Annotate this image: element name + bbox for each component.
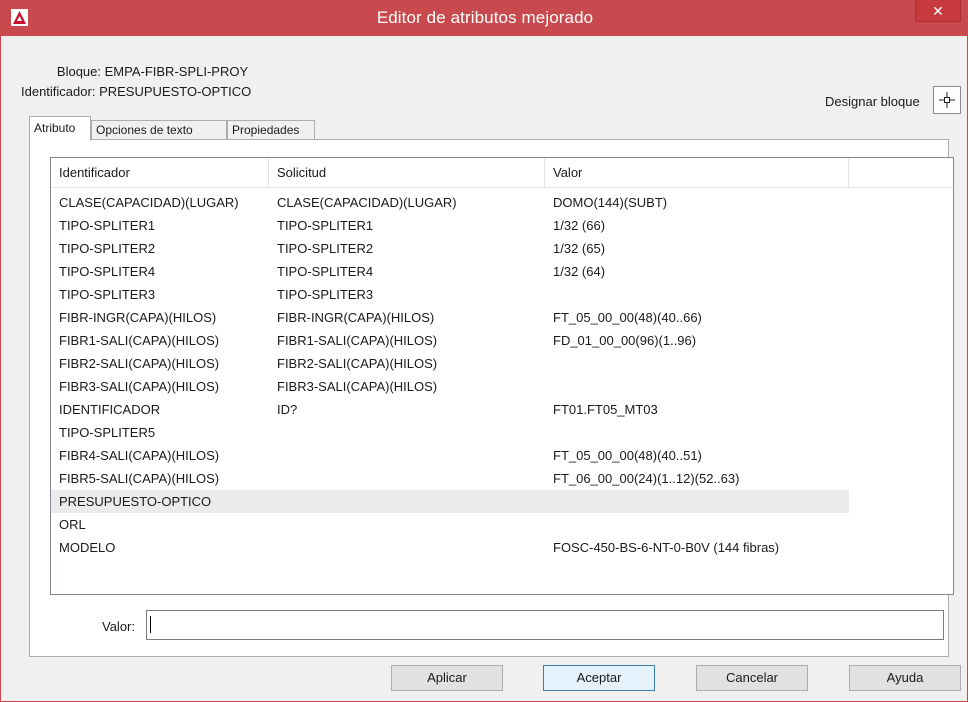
cell-value: 1/32 (65) <box>553 241 606 256</box>
cell-value: DOMO(144)(SUBT) <box>553 195 668 210</box>
cell-tag: TIPO-SPLITER5 <box>59 425 156 440</box>
table-row[interactable]: FIBR-INGR(CAPA)(HILOS) FIBR-INGR(CAPA)(HI… <box>51 306 849 329</box>
value-input[interactable] <box>146 610 944 640</box>
close-button[interactable]: ✕ <box>915 0 961 22</box>
block-value: EMPA-FIBR-SPLI-PROY <box>104 64 249 79</box>
cell-tag: FIBR3-SALI(CAPA)(HILOS) <box>59 379 220 394</box>
table-row[interactable]: FIBR4-SALI(CAPA)(HILOS) FT_05_00_00(48)(4… <box>51 444 849 467</box>
cell-tag: ORL <box>59 517 86 532</box>
ok-button[interactable]: Aceptar <box>543 665 655 691</box>
cell-value: 1/32 (64) <box>553 264 606 279</box>
table-row[interactable]: CLASE(CAPACIDAD)(LUGAR) CLASE(CAPACIDAD)(… <box>51 191 849 214</box>
table-row[interactable]: TIPO-SPLITER1 TIPO-SPLITER1 1/32 (66) <box>51 214 849 237</box>
cell-prompt <box>269 513 545 536</box>
help-button[interactable]: Ayuda <box>849 665 961 691</box>
cell-prompt <box>269 421 545 444</box>
column-header-tag[interactable]: Identificador <box>51 158 269 188</box>
cell-prompt <box>269 467 545 490</box>
block-info: Bloque: EMPA-FIBR-SPLI-PROY Identificado… <box>21 62 251 102</box>
cell-value <box>545 375 849 398</box>
designate-block-label: Designar bloque <box>825 94 920 109</box>
tab-attribute[interactable]: Atributo <box>29 116 91 141</box>
cell-tag: TIPO-SPLITER1 <box>59 218 156 233</box>
cell-prompt: FIBR2-SALI(CAPA)(HILOS) <box>277 356 438 371</box>
table-row[interactable]: TIPO-SPLITER2 TIPO-SPLITER2 1/32 (65) <box>51 237 849 260</box>
attribute-editor-window: Editor de atributos mejorado ✕ Bloque: E… <box>0 0 968 702</box>
cell-tag: FIBR2-SALI(CAPA)(HILOS) <box>59 356 220 371</box>
cell-value <box>545 513 849 536</box>
cell-value: FT01.FT05_MT03 <box>553 402 658 417</box>
cell-prompt: FIBR3-SALI(CAPA)(HILOS) <box>277 379 438 394</box>
value-label: Valor: <box>102 619 135 634</box>
column-header-value[interactable]: Valor <box>545 158 849 188</box>
table-row[interactable]: ORL <box>51 513 849 536</box>
cell-prompt: TIPO-SPLITER4 <box>277 264 374 279</box>
cancel-button[interactable]: Cancelar <box>696 665 808 691</box>
cell-prompt <box>269 536 545 559</box>
table-row[interactable]: FIBR5-SALI(CAPA)(HILOS) FT_06_00_00(24)(1… <box>51 467 849 490</box>
table-row[interactable]: PRESUPUESTO-OPTICO <box>51 490 849 513</box>
block-label: Bloque: <box>56 64 101 79</box>
table-row[interactable]: TIPO-SPLITER3 TIPO-SPLITER3 <box>51 283 849 306</box>
cell-tag: FIBR5-SALI(CAPA)(HILOS) <box>59 471 220 486</box>
cell-value: FT_06_00_00(24)(1..12)(52..63) <box>553 471 740 486</box>
attribute-tab-panel: Identificador Solicitud Valor CLASE(CAPA… <box>29 139 954 657</box>
cell-value: FOSC-450-BS-6-NT-0-B0V (144 fibras) <box>553 540 780 555</box>
column-header-prompt[interactable]: Solicitud <box>269 158 545 188</box>
identifier-label: Identificador: <box>21 84 96 99</box>
apply-button[interactable]: Aplicar <box>391 665 503 691</box>
cell-prompt <box>269 444 545 467</box>
cell-tag: TIPO-SPLITER2 <box>59 241 156 256</box>
cell-tag: CLASE(CAPACIDAD)(LUGAR) <box>59 195 239 210</box>
cell-tag: PRESUPUESTO-OPTICO <box>59 494 212 509</box>
cell-prompt: TIPO-SPLITER3 <box>277 287 374 302</box>
cell-tag: FIBR-INGR(CAPA)(HILOS) <box>59 310 217 325</box>
text-caret <box>150 616 151 633</box>
cell-value <box>545 352 849 375</box>
title-bar[interactable]: Editor de atributos mejorado ✕ <box>1 0 968 36</box>
window-title: Editor de atributos mejorado <box>376 8 594 27</box>
cell-prompt: TIPO-SPLITER2 <box>277 241 374 256</box>
cell-tag: IDENTIFICADOR <box>59 402 161 417</box>
cell-prompt <box>269 490 545 513</box>
cell-prompt: TIPO-SPLITER1 <box>277 218 374 233</box>
table-row[interactable]: FIBR3-SALI(CAPA)(HILOS) FIBR3-SALI(CAPA)(… <box>51 375 849 398</box>
table-row[interactable]: TIPO-SPLITER5 <box>51 421 849 444</box>
table-row[interactable]: IDENTIFICADOR ID? FT01.FT05_MT03 <box>51 398 849 421</box>
attribute-list[interactable]: Identificador Solicitud Valor CLASE(CAPA… <box>50 157 954 595</box>
cell-tag: TIPO-SPLITER3 <box>59 287 156 302</box>
cell-tag: MODELO <box>59 540 116 555</box>
cell-tag: FIBR1-SALI(CAPA)(HILOS) <box>59 333 220 348</box>
list-header: Identificador Solicitud Valor <box>51 158 953 188</box>
cell-prompt: ID? <box>277 402 298 417</box>
cell-tag: TIPO-SPLITER4 <box>59 264 156 279</box>
cell-prompt: FIBR-INGR(CAPA)(HILOS) <box>277 310 435 325</box>
cell-tag: FIBR4-SALI(CAPA)(HILOS) <box>59 448 220 463</box>
cell-prompt: CLASE(CAPACIDAD)(LUGAR) <box>277 195 457 210</box>
table-row[interactable]: FIBR2-SALI(CAPA)(HILOS) FIBR2-SALI(CAPA)(… <box>51 352 849 375</box>
cell-value <box>545 421 849 444</box>
cell-value: FT_05_00_00(48)(40..66) <box>553 310 702 325</box>
cell-prompt: FIBR1-SALI(CAPA)(HILOS) <box>277 333 438 348</box>
cell-value: FT_05_00_00(48)(40..51) <box>553 448 702 463</box>
designate-block-button[interactable] <box>933 86 961 114</box>
tab-text-options[interactable]: Opciones de texto <box>91 120 227 140</box>
table-row[interactable]: TIPO-SPLITER4 TIPO-SPLITER4 1/32 (64) <box>51 260 849 283</box>
attribute-rows: CLASE(CAPACIDAD)(LUGAR) CLASE(CAPACIDAD)(… <box>51 191 953 559</box>
crosshair-pick-icon <box>939 92 955 108</box>
table-row[interactable]: FIBR1-SALI(CAPA)(HILOS) FIBR1-SALI(CAPA)(… <box>51 329 849 352</box>
cell-value: FD_01_00_00(96)(1..96) <box>553 333 697 348</box>
identifier-value: PRESUPUESTO-OPTICO <box>99 84 252 99</box>
cell-value: 1/32 (66) <box>553 218 606 233</box>
table-row[interactable]: MODELO FOSC-450-BS-6-NT-0-B0V (144 fibras… <box>51 536 849 559</box>
tab-properties[interactable]: Propiedades <box>227 120 315 140</box>
cell-value <box>545 283 849 306</box>
cell-value <box>545 490 849 513</box>
